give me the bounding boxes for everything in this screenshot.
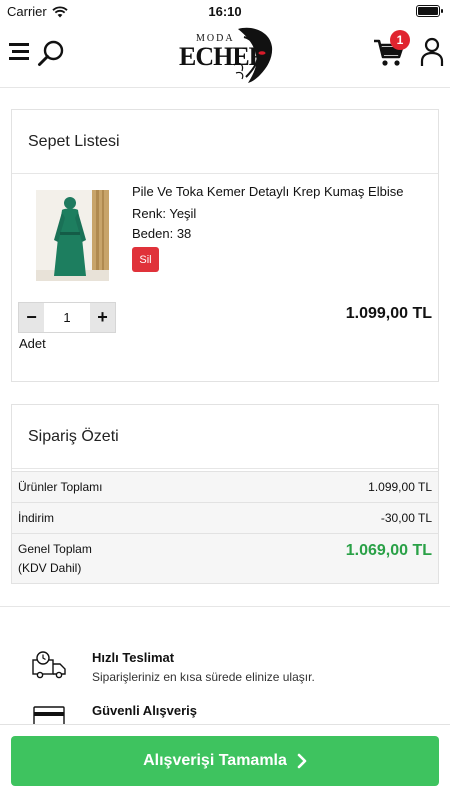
order-summary-title: Sipariş Özeti [12,405,438,469]
delivery-truck-icon [32,651,66,679]
grand-total-label: Genel Toplam [18,541,92,556]
order-summary-card: Sipariş Özeti Ürünler Toplamı 1.099,00 T… [11,404,439,584]
summary-row-grand-total: Genel Toplam (KDV Dahil) 1.069,00 TL [12,533,438,583]
logo-face-icon [233,27,273,83]
battery-icon [416,5,443,17]
decrease-quantity-button[interactable]: − [19,303,44,332]
summary-row-discount: İndirim -30,00 TL [12,502,438,533]
increase-quantity-button[interactable]: + [90,303,115,332]
quantity-value[interactable]: 1 [44,303,90,332]
menu-icon[interactable] [9,40,33,64]
clock: 16:10 [208,4,242,19]
search-icon[interactable] [36,38,66,68]
feature-description: Siparişleriniz en kısa sürede elinize ul… [92,670,315,684]
complete-purchase-button[interactable]: Alışverişi Tamamla [11,736,439,786]
product-color: Renk: Yeşil [132,206,197,221]
chevron-right-icon [297,753,307,769]
item-price: 1.099,00 TL [345,305,432,322]
subtotal-label: Ürünler Toplamı [18,480,103,494]
grand-total-value: 1.069,00 TL [345,541,432,559]
quantity-label: Adet [19,336,46,351]
feature-title: Güvenli Alışveriş [92,703,198,718]
subtotal-value: 1.099,00 TL [368,480,432,494]
product-size: Beden: 38 [132,226,192,241]
grand-total-vat-note: (KDV Dahil) [18,560,82,575]
complete-purchase-label: Alışverişi Tamamla [143,752,287,769]
discount-value: -30,00 TL [380,511,432,525]
feature-title: Hızlı Teslimat [92,650,175,665]
delete-button[interactable]: Sil [132,247,159,272]
quantity-stepper: − 1 + [18,302,116,333]
status-bar: Carrier 16:10 [0,0,450,22]
brand-logo[interactable]: MODA ECHER [176,25,276,85]
summary-row-subtotal: Ürünler Toplamı 1.099,00 TL [12,471,438,502]
app-header: MODA ECHER 1 [0,22,450,88]
product-image[interactable] [36,190,109,281]
checkout-bar: Alışverişi Tamamla [0,724,450,800]
section-divider [0,606,450,607]
user-icon[interactable] [418,36,446,68]
product-name[interactable]: Pile Ve Toka Kemer Detaylı Krep Kumaş El… [132,184,403,199]
cart-count-badge: 1 [390,30,410,50]
cart-list-title: Sepet Listesi [12,110,438,174]
discount-label: İndirim [18,511,55,525]
cart-list-card: Sepet Listesi Pile Ve Toka Kemer Detaylı… [11,109,439,382]
